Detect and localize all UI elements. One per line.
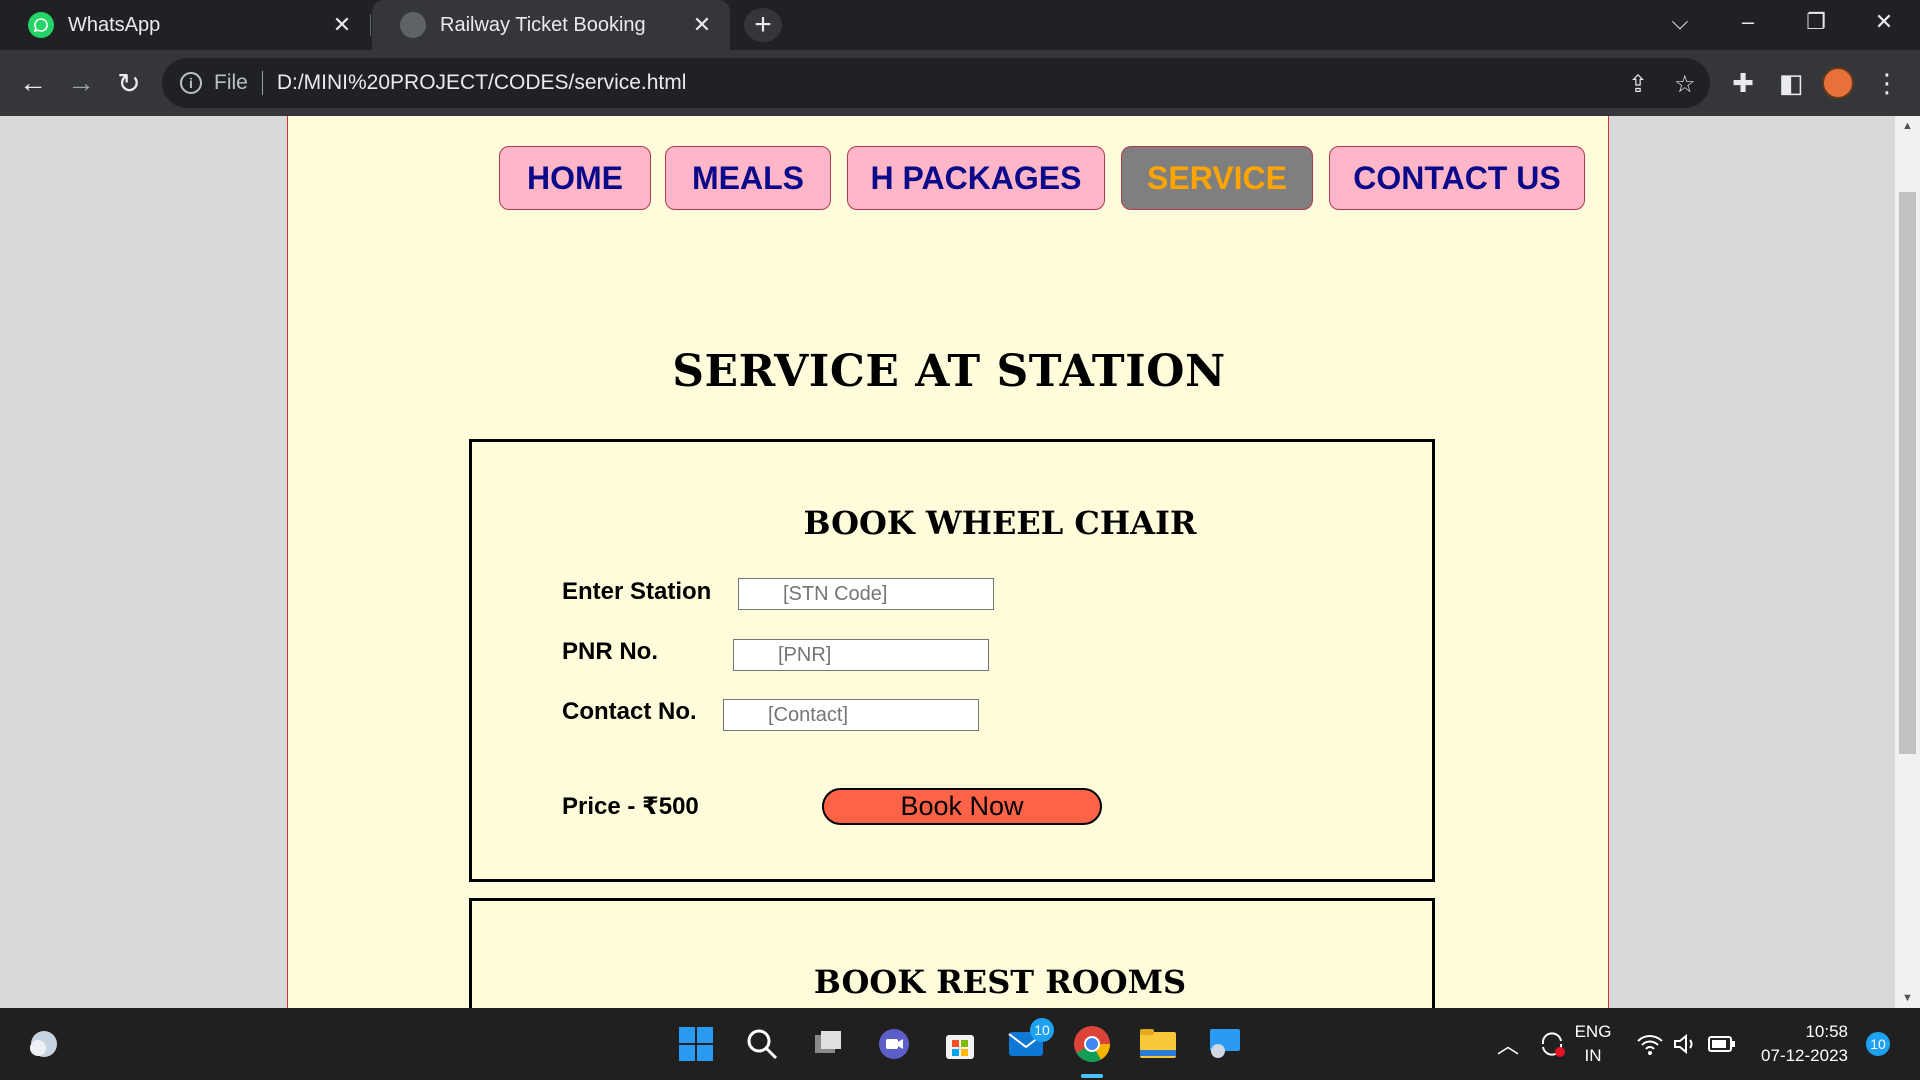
- bookmark-star-icon[interactable]: ☆: [1674, 70, 1696, 99]
- chrome-icon[interactable]: [1070, 1022, 1114, 1066]
- task-view-icon[interactable]: [806, 1022, 850, 1066]
- mail-badge: 10: [1030, 1018, 1054, 1042]
- browser-toolbar: ← → ↻ i File D:/MINI%20PROJECT/CODES/ser…: [0, 50, 1920, 116]
- contact-label: Contact No.: [562, 698, 697, 725]
- mail-icon[interactable]: 10: [1004, 1018, 1054, 1066]
- language-indicator[interactable]: ENG IN: [1570, 1020, 1616, 1068]
- info-icon[interactable]: i: [180, 72, 202, 94]
- price-text: Price - ₹500: [562, 793, 699, 820]
- start-icon[interactable]: [674, 1022, 718, 1066]
- tab-title: WhatsApp: [68, 13, 161, 36]
- restore-icon[interactable]: ❐: [1786, 0, 1846, 44]
- sync-icon[interactable]: [1530, 1022, 1574, 1066]
- tab-search-icon[interactable]: ⌵: [1650, 0, 1710, 44]
- profile-avatar[interactable]: [1822, 67, 1854, 99]
- station-input[interactable]: [738, 578, 994, 610]
- active-app-indicator: [1081, 1074, 1103, 1078]
- page-viewport: HOME MEALS H PACKAGES SERVICE CONTACT US…: [0, 116, 1895, 1008]
- battery-icon[interactable]: [1700, 1022, 1744, 1066]
- page-title: SERVICE AT STATION: [672, 346, 1226, 397]
- language-text: ENG: [1574, 1022, 1612, 1041]
- nav-home[interactable]: HOME: [499, 146, 651, 210]
- address-separator: [261, 71, 263, 95]
- minimize-icon[interactable]: –: [1718, 0, 1778, 44]
- nav-service[interactable]: SERVICE: [1121, 146, 1313, 210]
- nav-h-packages[interactable]: H PACKAGES: [847, 146, 1105, 210]
- address-bar[interactable]: i File D:/MINI%20PROJECT/CODES/service.h…: [162, 58, 1710, 108]
- close-window-icon[interactable]: ✕: [1854, 0, 1914, 44]
- tab-title: Railway Ticket Booking: [440, 13, 646, 36]
- show-hidden-icons[interactable]: ︿: [1486, 1022, 1530, 1066]
- back-icon[interactable]: ←: [12, 62, 54, 104]
- menu-icon[interactable]: ⋮: [1866, 62, 1908, 104]
- chat-icon[interactable]: [872, 1022, 916, 1066]
- taskbar: 10 ︿ ENG IN 10:58 07-12-2023 10: [0, 1008, 1920, 1080]
- file-explorer-icon[interactable]: [1136, 1022, 1180, 1066]
- restrooms-card: BOOK REST ROOMS: [469, 898, 1435, 1008]
- restrooms-heading: BOOK REST ROOMS: [813, 963, 1187, 1001]
- date-text: 07-12-2023: [1761, 1046, 1848, 1065]
- pnr-input[interactable]: [733, 639, 989, 671]
- url-text[interactable]: D:/MINI%20PROJECT/CODES/service.html: [277, 71, 687, 95]
- scroll-up-icon[interactable]: ▲: [1895, 116, 1920, 136]
- notification-badge[interactable]: 10: [1866, 1032, 1890, 1056]
- new-tab-button[interactable]: +: [744, 8, 782, 42]
- globe-icon: [400, 12, 426, 38]
- close-tab-icon[interactable]: ✕: [688, 11, 716, 39]
- nav-meals[interactable]: MEALS: [665, 146, 831, 210]
- search-icon[interactable]: [740, 1022, 784, 1066]
- tab-whatsapp[interactable]: WhatsApp ✕: [0, 0, 370, 50]
- weather-icon[interactable]: [22, 1022, 66, 1066]
- pnr-label: PNR No.: [562, 638, 658, 665]
- tab-railway-ticket-booking[interactable]: Railway Ticket Booking ✕: [372, 0, 730, 50]
- close-tab-icon[interactable]: ✕: [328, 11, 356, 39]
- whatsapp-icon: [28, 12, 54, 38]
- station-label: Enter Station: [562, 578, 712, 605]
- nav-contact-us[interactable]: CONTACT US: [1329, 146, 1585, 210]
- clock[interactable]: 10:58 07-12-2023: [1748, 1020, 1848, 1068]
- time-text: 10:58: [1805, 1022, 1848, 1041]
- tab-divider: [370, 14, 371, 36]
- page-container: HOME MEALS H PACKAGES SERVICE CONTACT US…: [287, 116, 1609, 1008]
- reload-icon[interactable]: ↻: [108, 62, 150, 104]
- region-text: IN: [1584, 1046, 1602, 1065]
- share-icon[interactable]: ⇪: [1628, 70, 1648, 99]
- tab-strip: WhatsApp ✕ Railway Ticket Booking ✕ + ⌵ …: [0, 0, 1920, 50]
- book-now-button[interactable]: Book Now: [822, 788, 1102, 825]
- scroll-down-icon[interactable]: ▼: [1895, 988, 1920, 1008]
- remote-desktop-icon[interactable]: [1202, 1022, 1246, 1066]
- side-panel-icon[interactable]: ◧: [1770, 62, 1812, 104]
- scrollbar-thumb[interactable]: [1899, 192, 1916, 754]
- vertical-scrollbar[interactable]: ▲ ▼: [1895, 116, 1920, 1008]
- forward-icon[interactable]: →: [60, 62, 102, 104]
- wheelchair-heading: BOOK WHEEL CHAIR: [803, 504, 1197, 542]
- store-icon[interactable]: [938, 1022, 982, 1066]
- scheme-label: File: [214, 71, 248, 94]
- contact-input[interactable]: [723, 699, 979, 731]
- wheelchair-card: BOOK WHEEL CHAIR Enter Station PNR No. C…: [469, 439, 1435, 882]
- extensions-icon[interactable]: ✚: [1722, 62, 1764, 104]
